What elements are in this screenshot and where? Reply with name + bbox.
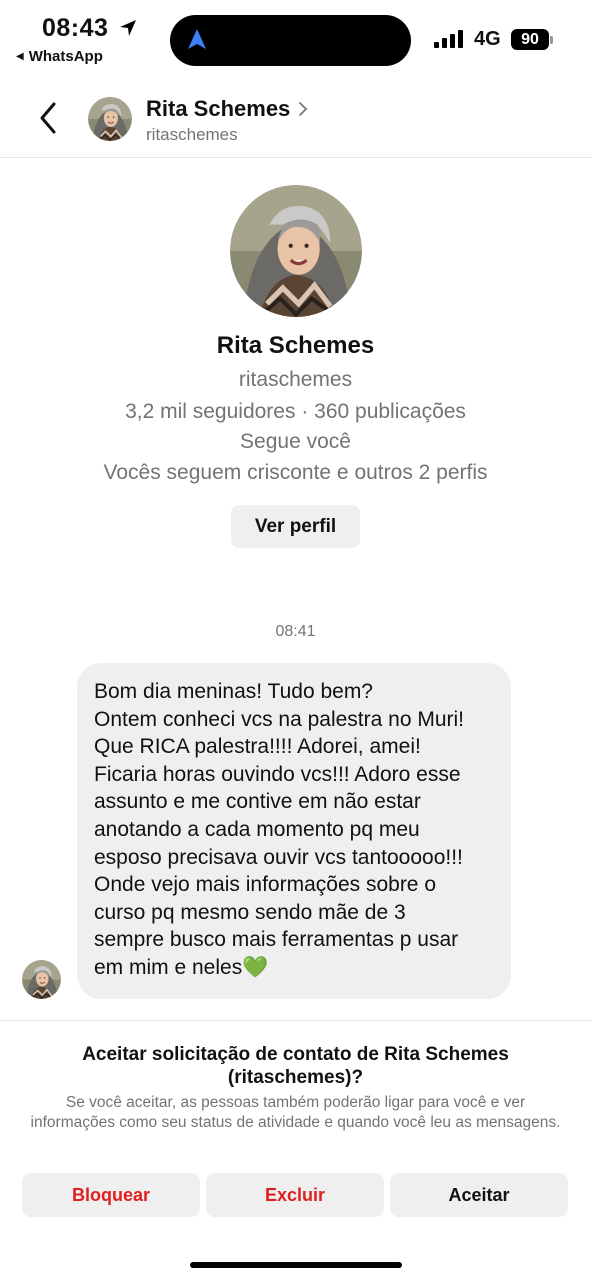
location-arrow-icon — [120, 20, 136, 36]
header-name: Rita Schemes — [146, 96, 291, 121]
message-line: em mim e neles — [94, 955, 243, 979]
message-line: Ficaria horas ouvindo vcs!!! Adoro esse — [94, 762, 461, 786]
back-to-app-link[interactable]: ◀ WhatsApp — [16, 48, 103, 65]
profile-avatar[interactable] — [230, 185, 362, 317]
avatar[interactable] — [88, 97, 132, 141]
view-profile-button[interactable]: Ver perfil — [231, 505, 360, 548]
status-time: 08:43 — [42, 14, 109, 42]
profile-username: ritaschemes — [238, 368, 353, 391]
profile-name: Rita Schemes — [216, 332, 375, 359]
back-triangle-icon: ◀ — [16, 51, 24, 62]
contact-request-panel: Aceitar solicitação de contato de Rita S… — [0, 1020, 591, 1280]
block-button[interactable]: Bloquear — [22, 1173, 200, 1217]
follows-you-label: Segue você — [240, 430, 351, 453]
delete-button[interactable]: Excluir — [206, 1173, 384, 1217]
back-app-label: WhatsApp — [28, 48, 103, 65]
request-title: Aceitar solicitação de contato de Rita S… — [82, 1044, 509, 1088]
navigation-arrow-icon — [188, 29, 206, 49]
message-line-last: em mim e neles💚 — [94, 954, 501, 982]
battery-icon: 90 — [511, 29, 549, 50]
status-bar: 08:43 ◀ WhatsApp 4G 90 — [0, 0, 591, 72]
message-line: sempre busco mais ferramentas p usar — [94, 928, 459, 952]
signal-icon — [434, 30, 463, 48]
green-heart-emoji: 💚 — [242, 955, 269, 979]
home-indicator[interactable] — [190, 1262, 402, 1268]
header-title[interactable]: Rita Schemes — [146, 96, 308, 122]
request-description: Se você aceitar, as pessoas também poder… — [30, 1094, 561, 1131]
battery-tip — [550, 36, 553, 44]
sender-avatar[interactable] — [22, 960, 61, 999]
chat-header: Rita Schemes ritaschemes — [0, 80, 591, 158]
profile-stats: 3,2 mil seguidores · 360 publicações — [125, 400, 466, 423]
message-timestamp: 08:41 — [275, 623, 316, 640]
accept-button[interactable]: Aceitar — [390, 1173, 568, 1217]
chevron-right-icon — [299, 102, 308, 116]
message-line: Bom dia meninas! Tudo bem? — [94, 680, 373, 703]
message-line: esposo precisava ouvir vcs tantooooo!!! — [94, 845, 463, 869]
message-line: curso pq mesmo sendo mãe de 3 — [94, 900, 406, 924]
message-bubble[interactable]: Bom dia meninas! Tudo bem? Ontem conheci… — [77, 663, 511, 999]
message-line: Onde vejo mais informações sobre o — [94, 873, 436, 897]
network-type: 4G — [474, 28, 501, 50]
message-line: assunto e me contive em não estar — [94, 790, 421, 814]
header-username: ritaschemes — [146, 125, 238, 144]
mutual-follows: Vocês seguem crisconte e outros 2 perfis — [103, 461, 488, 484]
message-line: Ontem conheci vcs na palestra no Muri! — [94, 707, 465, 731]
message-line: Que RICA palestra!!!! Adorei, amei! — [94, 735, 421, 759]
back-chevron-icon[interactable] — [36, 100, 62, 136]
message-line: anotando a cada momento pq meu — [94, 817, 420, 841]
